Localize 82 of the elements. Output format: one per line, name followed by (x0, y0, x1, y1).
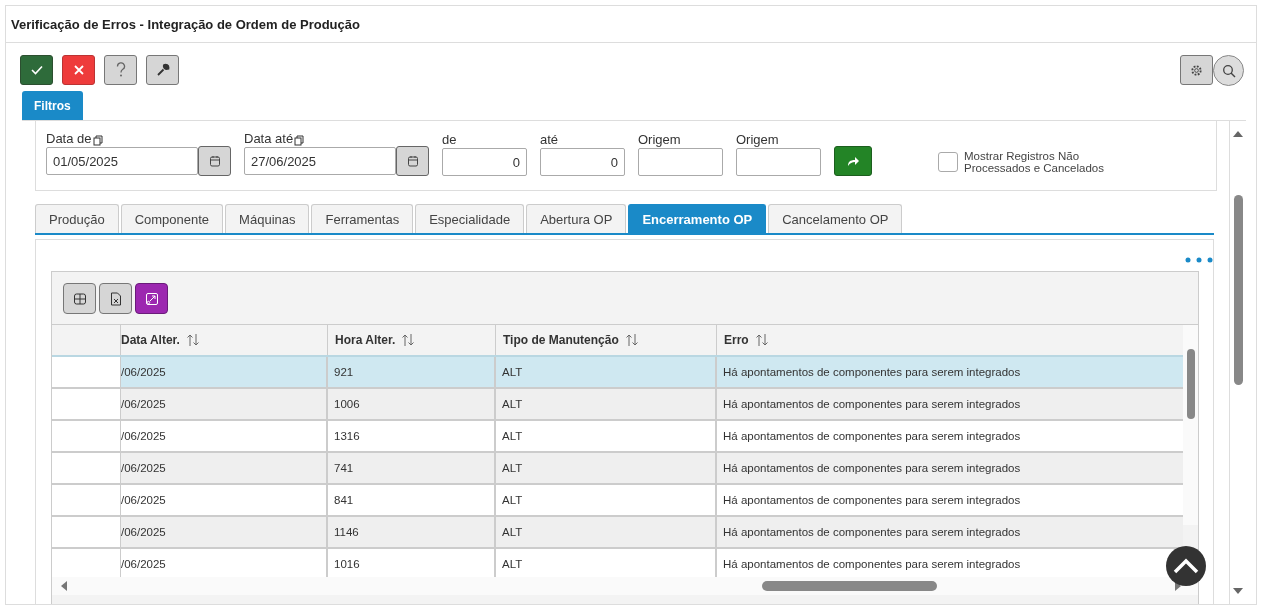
window-title: Verificação de Erros - Integração de Ordem de Produção (6, 6, 1256, 43)
field-label: até (540, 132, 559, 147)
search-icon (1221, 63, 1236, 78)
tab[interactable]: Encerramento OP (628, 204, 767, 233)
field-label: Origem (638, 132, 681, 147)
table-cell: /06/2025 (121, 517, 328, 547)
forward-arrow-icon (846, 155, 860, 167)
sort-icon[interactable] (754, 333, 769, 347)
more-options-icon[interactable] (1185, 257, 1213, 263)
settings-button[interactable] (1180, 55, 1213, 85)
date-input-field[interactable]: 01/05/2025 (46, 147, 198, 175)
clipboard-icon (294, 135, 305, 146)
table-row[interactable]: /06/2025 921 ALT Há apontamentos de componentes para serem integrados (52, 355, 1183, 387)
sort-icon[interactable] (185, 333, 200, 347)
check-icon (29, 63, 44, 77)
calendar-icon (208, 155, 221, 167)
scroll-left-icon[interactable] (60, 581, 68, 591)
filters-tab[interactable]: Filtros (22, 91, 83, 120)
column-title: Erro (724, 333, 749, 347)
field-label: de (442, 132, 457, 147)
scroll-up-icon[interactable] (1233, 131, 1243, 137)
chevron-up-icon (1173, 558, 1199, 574)
number-input-field[interactable]: 0 (442, 148, 527, 176)
text-input-field[interactable] (736, 148, 821, 176)
column-title: Data Alter. (121, 333, 180, 347)
table-cell-text: Há apontamentos de componentes para serem integrados (722, 557, 1022, 572)
tab[interactable]: Abertura OP (526, 204, 627, 233)
search-button[interactable] (1213, 55, 1244, 86)
page-scrollbar[interactable] (1229, 121, 1246, 604)
sort-icon[interactable] (624, 333, 639, 347)
settings-icon (1190, 63, 1203, 77)
tab[interactable]: Máquinas (225, 204, 310, 233)
table-row[interactable]: /06/2025 1006 ALT Há apontamentos de componentes para serem integrados (52, 387, 1183, 419)
table-cell-text: Há apontamentos de componentes para serem integrados (722, 493, 1022, 508)
table-cell-text: Há apontamentos de componentes para serem integrados (722, 429, 1022, 444)
checkbox[interactable] (938, 152, 958, 172)
calendar-button[interactable] (198, 146, 231, 176)
tab[interactable]: Produção (35, 204, 119, 233)
excel-button[interactable] (99, 283, 132, 314)
column-header[interactable]: Erro (717, 325, 1183, 355)
grid-icon (72, 291, 87, 306)
expand-icon (144, 291, 159, 306)
question-mark-icon (115, 62, 126, 78)
tab[interactable]: Componente (120, 204, 224, 233)
column-title: Hora Alter. (335, 333, 396, 347)
number-input-field[interactable]: 0 (540, 148, 625, 176)
columns-button[interactable] (63, 283, 96, 314)
vertical-scrollbar[interactable] (1183, 325, 1198, 525)
checkbox-label: Mostrar Registros Não Processados e Cancelados (964, 150, 1105, 174)
scroll-down-icon[interactable] (1233, 588, 1243, 594)
field-label: Data de (46, 131, 92, 146)
tab[interactable]: Especialidade (415, 204, 525, 233)
table-row[interactable]: /06/2025 741 ALT Há apontamentos de componentes para serem integrados (52, 451, 1183, 483)
scrollbar-thumb[interactable] (762, 581, 937, 591)
help-button[interactable] (104, 55, 137, 85)
table-row[interactable]: /06/2025 1146 ALT Há apontamentos de componentes para serem integrados (52, 515, 1183, 547)
clipboard-icon (92, 135, 103, 146)
table-row[interactable]: /06/2025 1316 ALT Há apontamentos de componentes para serem integrados (52, 419, 1183, 451)
expand-button[interactable] (135, 283, 168, 314)
table-cell: /06/2025 (121, 453, 328, 483)
tab[interactable]: Ferramentas (311, 204, 414, 233)
column-title: Tipo de Manutenção (503, 333, 619, 347)
cancel-button[interactable] (62, 55, 95, 85)
scrollbar-thumb[interactable] (1186, 349, 1195, 419)
field-label: Data até (244, 131, 294, 146)
close-icon (72, 64, 85, 76)
sort-icon[interactable] (401, 333, 416, 347)
date-input-field[interactable]: 27/06/2025 (244, 147, 396, 175)
field-label: Origem (736, 132, 779, 147)
table-cell: /06/2025 (121, 389, 328, 419)
confirm-button[interactable] (20, 55, 53, 85)
table-row[interactable]: /06/2025 841 ALT Há apontamentos de componentes para serem integrados (52, 483, 1183, 515)
table-cell: /06/2025 (121, 357, 328, 387)
scrollbar-thumb[interactable] (1233, 195, 1243, 385)
horizontal-scrollbar[interactable] (52, 577, 1198, 595)
calendar-button[interactable] (396, 146, 429, 176)
calendar-icon (406, 155, 419, 167)
tab[interactable]: Cancelamento OP (768, 204, 903, 233)
text-input-field[interactable] (638, 148, 723, 176)
apply-button[interactable] (834, 146, 872, 176)
tools-button[interactable] (146, 55, 179, 85)
spreadsheet-file-icon (109, 291, 122, 306)
